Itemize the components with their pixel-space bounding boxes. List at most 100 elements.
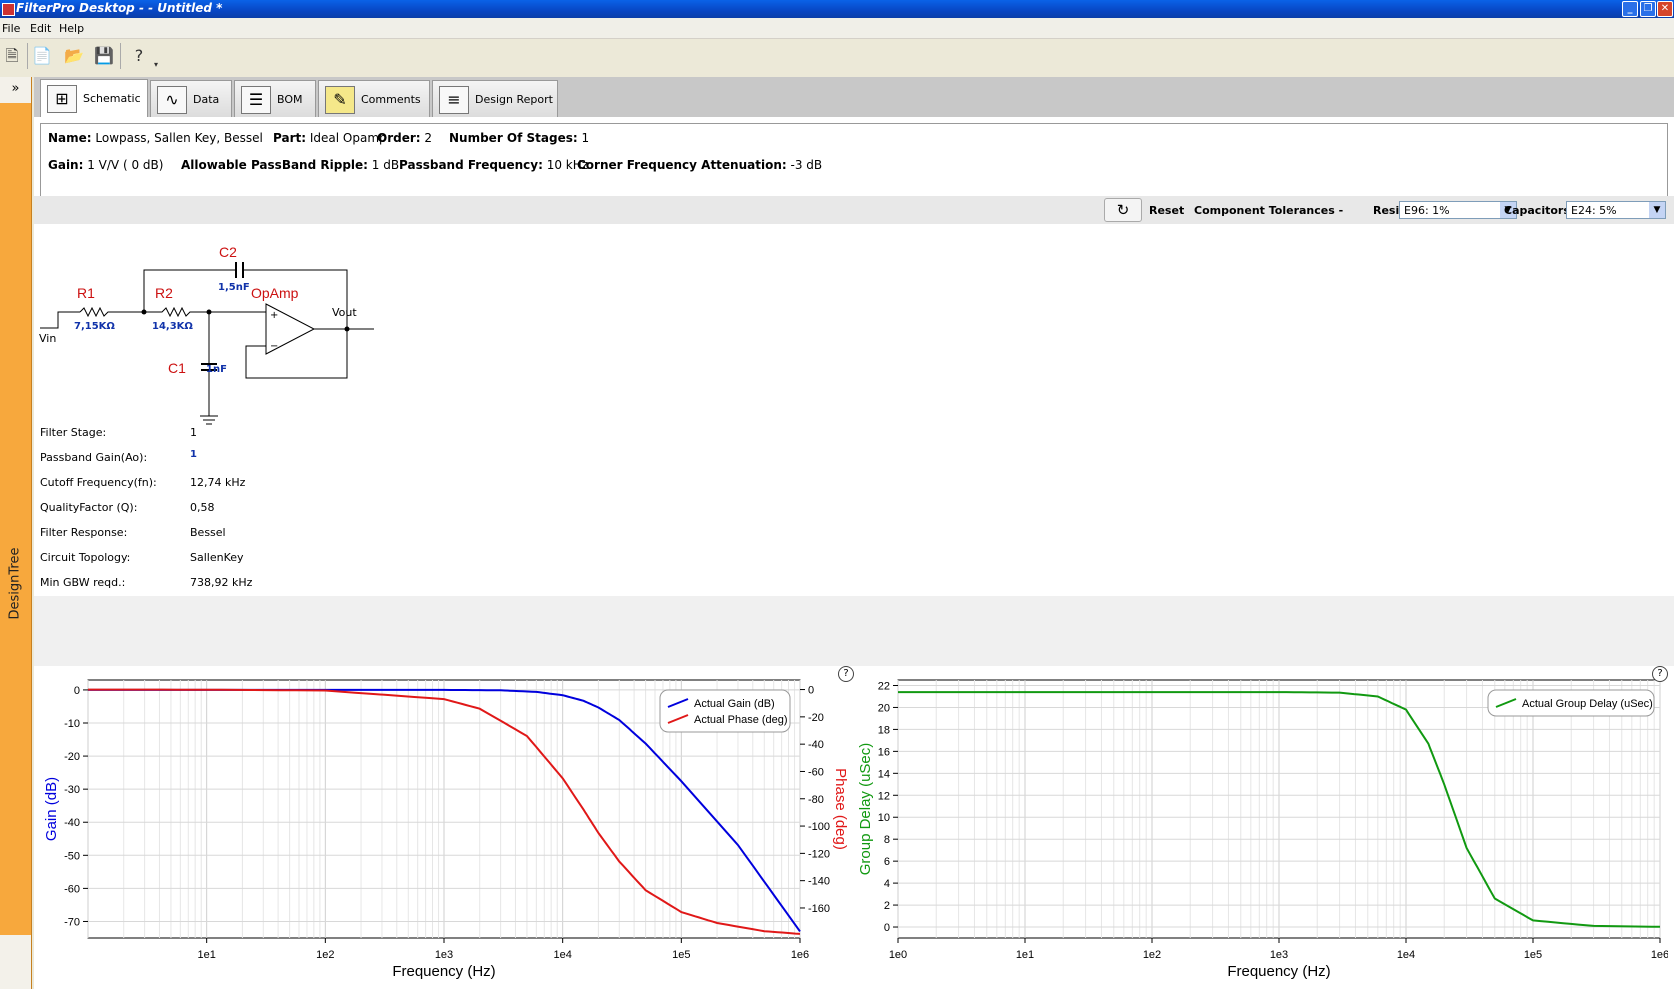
y2-tick-label: -60	[808, 766, 824, 778]
tolerance-bar: ↻ Reset Component Tolerances - Resistors…	[34, 196, 1674, 224]
toolbar-options-icon[interactable]: ▾	[150, 59, 162, 71]
new-design-icon[interactable]: 🗎	[0, 44, 24, 68]
tab-data[interactable]: ∿ Data	[150, 80, 232, 117]
legend-label: Actual Phase (deg)	[694, 714, 788, 726]
design-info-box: Name: Lowpass, Sallen Key, Bessel Part: …	[40, 123, 1668, 197]
circuit-schematic: + − R1 7,15KΩ R2 14,3KΩ C2 1,5nF C1 1nF …	[39, 244, 374, 425]
tab-label: Design Report	[475, 93, 553, 106]
y-tick-label: 10	[878, 812, 890, 824]
y-axis-label: Gain (dB)	[43, 777, 60, 841]
close-button[interactable]: ✕	[1657, 1, 1673, 17]
expand-tree-button[interactable]: »	[0, 77, 31, 103]
y-tick-label: 6	[884, 856, 890, 868]
legend-label: Actual Gain (dB)	[694, 698, 775, 710]
x-tick-label: 1e2	[1143, 949, 1161, 961]
prop-value: 738,92 kHz	[190, 576, 253, 589]
r2-label[interactable]: R2	[155, 285, 173, 301]
c2-value[interactable]: 1,5nF	[218, 282, 250, 293]
info-part: Part: Ideal Opamp	[273, 131, 387, 145]
info-ripple: Allowable PassBand Ripple: 1 dB	[181, 158, 400, 172]
reset-button[interactable]: Reset	[1149, 204, 1184, 217]
tab-label: Data	[193, 93, 220, 106]
window-title: FilterPro Desktop - - Untitled *	[16, 1, 223, 15]
y-tick-label: -10	[64, 718, 80, 730]
r1-value[interactable]: 7,15KΩ	[74, 321, 115, 332]
tab-label: BOM	[277, 93, 303, 106]
prop-value: 0,58	[190, 501, 215, 514]
spacer-panel	[34, 596, 1674, 666]
opamp-minus-sign: −	[270, 341, 278, 352]
c1-label[interactable]: C1	[168, 360, 186, 376]
new-file-icon[interactable]: 📄	[30, 44, 54, 68]
y2-tick-label: -100	[808, 821, 830, 833]
menu-edit[interactable]: Edit	[30, 22, 51, 35]
prop-label: Passband Gain(Ao):	[40, 451, 148, 464]
reset-icon[interactable]: ↻	[1104, 198, 1142, 222]
toolbar: 🗎 📄 📂 💾 ? ▾	[0, 39, 1674, 77]
info-name: Name: Lowpass, Sallen Key, Bessel	[48, 131, 263, 145]
tab-design-report[interactable]: ≡ Design Report	[432, 80, 558, 117]
c1-value[interactable]: 1nF	[206, 364, 227, 375]
prop-value: 1	[190, 426, 197, 439]
x-tick-label: 1e5	[672, 949, 690, 961]
prop-label: Filter Stage:	[40, 426, 107, 439]
resistors-value: E96: 1%	[1404, 204, 1450, 217]
legend-label: Actual Group Delay (uSec)	[1522, 698, 1653, 710]
y2-tick-label: -140	[808, 876, 830, 888]
vin-label: Vin	[39, 332, 56, 345]
data-icon: ∿	[157, 86, 187, 114]
chart-help-icon[interactable]: ?	[838, 666, 854, 682]
y2-tick-label: -20	[808, 712, 824, 724]
opamp-label[interactable]: OpAmp	[251, 285, 299, 301]
group-delay-chart[interactable]: 0 2 4 6 8 10 12 14 16 18 20 22 1e0 1e1 1e2 1e3 1e4 1e5 1e6…	[856, 666, 1669, 984]
x-tick-label: 1e0	[889, 949, 907, 961]
save-icon[interactable]: 💾	[92, 44, 116, 68]
x-tick-label: 1e6	[791, 949, 809, 961]
gain-phase-chart[interactable]: 0 -10 -20 -30 -40 -50 -60 -70 0 -20 -40 -60 -80 -100 -…	[40, 666, 852, 984]
y-tick-label: -70	[64, 916, 80, 928]
menu-file[interactable]: File	[2, 22, 20, 35]
x-tick-label: 1e5	[1524, 949, 1542, 961]
r1-label[interactable]: R1	[77, 285, 95, 301]
open-folder-icon[interactable]: 📂	[62, 44, 86, 68]
y2-tick-label: -120	[808, 848, 830, 860]
y-tick-label: 0	[74, 685, 80, 697]
component-tolerances-label: Component Tolerances -	[1194, 204, 1344, 217]
restore-button[interactable]: ❐	[1640, 1, 1656, 17]
tab-schematic[interactable]: ⊞ Schematic	[40, 79, 148, 118]
tab-bom[interactable]: ☰ BOM	[234, 80, 316, 117]
app-icon	[2, 3, 15, 16]
x-tick-label: 1e1	[1016, 949, 1034, 961]
x-tick-label: 1e3	[435, 949, 453, 961]
schematic-icon: ⊞	[47, 85, 77, 113]
x-tick-label: 1e6	[1651, 949, 1668, 961]
c2-label[interactable]: C2	[219, 244, 237, 260]
report-icon: ≡	[439, 86, 469, 114]
title-bar: FilterPro Desktop - - Untitled * _ ❐ ✕	[0, 0, 1674, 18]
help-icon[interactable]: ?	[127, 44, 151, 68]
design-tree-panel: » DesignTree	[0, 77, 32, 989]
minimize-button[interactable]: _	[1622, 1, 1638, 17]
info-stages: Number Of Stages: 1	[449, 131, 590, 145]
chart-help-icon[interactable]: ?	[1652, 666, 1668, 682]
capacitors-select[interactable]: E24: 5% ▼	[1566, 201, 1666, 219]
menu-help[interactable]: Help	[59, 22, 84, 35]
x-axis-label: Frequency (Hz)	[1227, 963, 1330, 980]
info-order: Order: 2	[377, 131, 433, 145]
y-tick-label: -20	[64, 751, 80, 763]
design-tree-label[interactable]: DesignTree	[8, 548, 23, 620]
y-tick-label: 12	[878, 790, 890, 802]
vout-label: Vout	[332, 306, 357, 319]
resistors-select[interactable]: E96: 1% ▼	[1399, 201, 1517, 219]
y-axis-label: Group Delay (uSec)	[857, 743, 874, 876]
y-tick-label: 18	[878, 724, 890, 736]
y2-axis-label: Phase (deg)	[832, 768, 849, 850]
y-tick-label: 14	[878, 768, 890, 780]
r2-value[interactable]: 14,3KΩ	[152, 321, 193, 332]
prop-label: Min GBW reqd.:	[40, 576, 126, 589]
tab-comments[interactable]: ✎ Comments	[318, 80, 430, 117]
chevron-down-icon: ▼	[1649, 202, 1665, 218]
y-tick-label: 4	[884, 878, 890, 890]
y-tick-label: 16	[878, 746, 890, 758]
design-tree-footer	[0, 935, 31, 989]
